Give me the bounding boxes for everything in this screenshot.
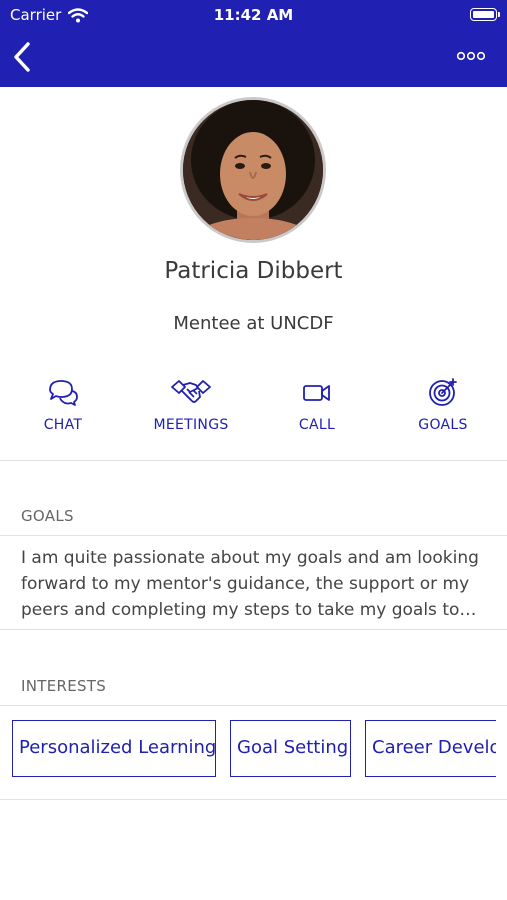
video-camera-icon bbox=[303, 385, 330, 401]
avatar bbox=[180, 97, 326, 243]
profile-name: Patricia Dibbert bbox=[164, 258, 343, 284]
interest-chip[interactable]: Career Develo bbox=[365, 720, 496, 777]
divider bbox=[0, 705, 507, 706]
handshake-icon bbox=[171, 380, 211, 403]
target-icon bbox=[429, 378, 457, 406]
chat-button[interactable]: CHAT bbox=[8, 377, 118, 443]
battery-icon bbox=[470, 8, 500, 21]
interests-section-title: INTERESTS bbox=[21, 677, 107, 695]
call-button[interactable]: CALL bbox=[262, 377, 372, 443]
interest-chip[interactable]: Goal Setting bbox=[230, 720, 351, 777]
action-bar: CHAT MEETINGS CALL GOALS bbox=[0, 377, 507, 447]
divider bbox=[0, 535, 507, 536]
divider bbox=[0, 799, 507, 800]
divider bbox=[0, 629, 507, 630]
interests-list[interactable]: Personalized Learning Goal Setting Caree… bbox=[12, 720, 496, 777]
call-label: CALL bbox=[298, 417, 336, 433]
divider bbox=[0, 460, 507, 461]
interest-chip[interactable]: Personalized Learning bbox=[12, 720, 216, 777]
goals-button[interactable]: GOALS bbox=[388, 377, 498, 443]
goals-label: GOALS bbox=[418, 417, 468, 433]
clock: 11:42 AM bbox=[213, 6, 294, 24]
navigation-bar: Carrier 11:42 AM bbox=[0, 0, 507, 87]
meetings-button[interactable]: MEETINGS bbox=[136, 377, 246, 443]
meetings-label: MEETINGS bbox=[153, 417, 229, 433]
goals-section-title: GOALS bbox=[21, 507, 74, 525]
chat-label: CHAT bbox=[43, 417, 83, 433]
profile-photo bbox=[183, 100, 323, 240]
chevron-left-icon[interactable] bbox=[10, 40, 36, 74]
chat-bubbles-icon bbox=[49, 380, 78, 406]
goals-description: I am quite passionate about my goals and… bbox=[21, 548, 479, 620]
status-bar: Carrier 11:42 AM bbox=[0, 5, 507, 27]
profile-role: Mentee at UNCDF bbox=[173, 313, 334, 334]
ellipsis-icon[interactable] bbox=[457, 50, 485, 62]
